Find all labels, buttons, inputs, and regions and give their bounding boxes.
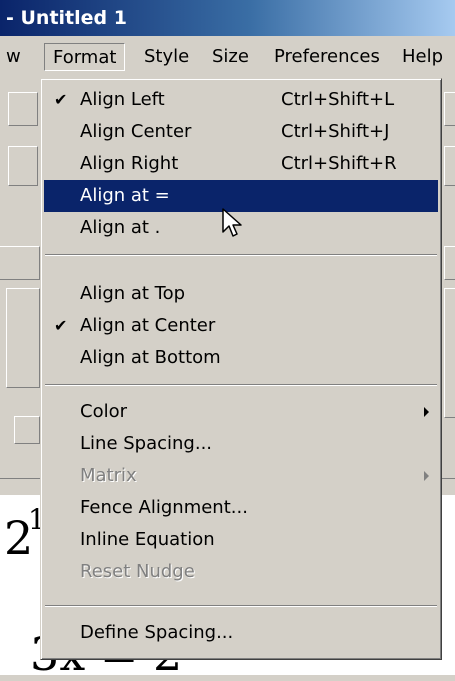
menu-format[interactable]: Format [44,43,126,71]
menu-item-label: Define Spacing... [80,622,234,643]
menu-item-label: Inline Equation [80,529,215,550]
menu-item-label: Fence Alignment... [80,497,248,518]
menu-item-label: Align Right [80,153,179,174]
menu-item-define-spacing[interactable]: Define Spacing... [44,617,438,649]
menu-item-line-spacing[interactable]: Line Spacing... [44,428,438,460]
menu-separator [45,254,437,256]
menu-item-label: Align at Center [80,315,216,336]
checkmark-icon: ✔ [54,316,68,335]
menu-item-color[interactable]: Color [44,396,438,428]
menu-item-label: Color [80,401,127,422]
mouse-pointer-icon [222,208,242,237]
menu-bar: w Format Style Size Preferences Help [0,38,455,76]
menu-item-label: Align Center [80,121,192,142]
toolbar-button[interactable] [444,92,455,126]
menu-help[interactable]: Help [394,43,451,71]
submenu-arrow-icon [424,471,429,481]
toolbar-button[interactable] [8,146,38,186]
menu-style[interactable]: Style [136,43,197,71]
toolbar-left-fragment [0,78,40,495]
menu-view[interactable]: w [0,43,27,71]
window-title: - Untitled 1 [6,7,127,29]
toolbar-right-fragment [442,78,455,495]
menu-item-label: Matrix [80,465,137,486]
toolbar-button[interactable] [444,246,455,280]
toolbar-button[interactable] [8,92,38,126]
menu-separator [45,605,437,607]
menu-item-label: Align at = [80,185,170,206]
format-menu: ✔ Align Left Ctrl+Shift+L Align Center C… [40,78,442,660]
menu-item-shortcut: Ctrl+Shift+J [281,121,390,142]
divider [0,478,40,479]
menu-item-inline-equation[interactable]: Inline Equation [44,524,438,556]
menu-item-reset-nudge: Reset Nudge [44,556,438,588]
menu-item-fence-alignment[interactable]: Fence Alignment... [44,492,438,524]
menu-item-align-at-bottom[interactable]: Align at Bottom [44,342,438,374]
menu-item-shortcut: Ctrl+Shift+L [281,89,395,110]
menu-item-label: Align at . [80,217,161,238]
menu-item-label: Align Left [80,89,165,110]
checkmark-icon: ✔ [54,90,68,109]
window-title-bar[interactable]: - Untitled 1 [0,0,455,36]
submenu-arrow-icon [424,407,429,417]
menu-item-shortcut: Ctrl+Shift+R [281,153,397,174]
menu-item-label: Line Spacing... [80,433,213,454]
menu-size[interactable]: Size [204,43,257,71]
toolbar-button[interactable] [444,288,455,418]
menu-item-label: Reset Nudge [80,561,195,582]
divider [442,478,455,479]
menu-separator [45,384,437,386]
menu-preferences[interactable]: Preferences [266,43,388,71]
menu-item-label: Align at Bottom [80,347,221,368]
toolbar-button[interactable] [14,416,40,444]
toolbar-button[interactable] [6,288,40,388]
menu-item-label: Align at Top [80,283,186,304]
menu-item-align-at-top[interactable]: Align at Top [44,278,438,310]
toolbar-button[interactable] [0,246,40,280]
menu-item-align-center[interactable]: Align Center Ctrl+Shift+J [44,116,438,148]
menu-item-align-at-center[interactable]: ✔ Align at Center [44,310,438,342]
menu-item-align-left[interactable]: ✔ Align Left Ctrl+Shift+L [44,84,438,116]
menu-item-matrix: Matrix [44,460,438,492]
menu-item-align-right[interactable]: Align Right Ctrl+Shift+R [44,148,438,180]
toolbar-button[interactable] [444,146,455,186]
